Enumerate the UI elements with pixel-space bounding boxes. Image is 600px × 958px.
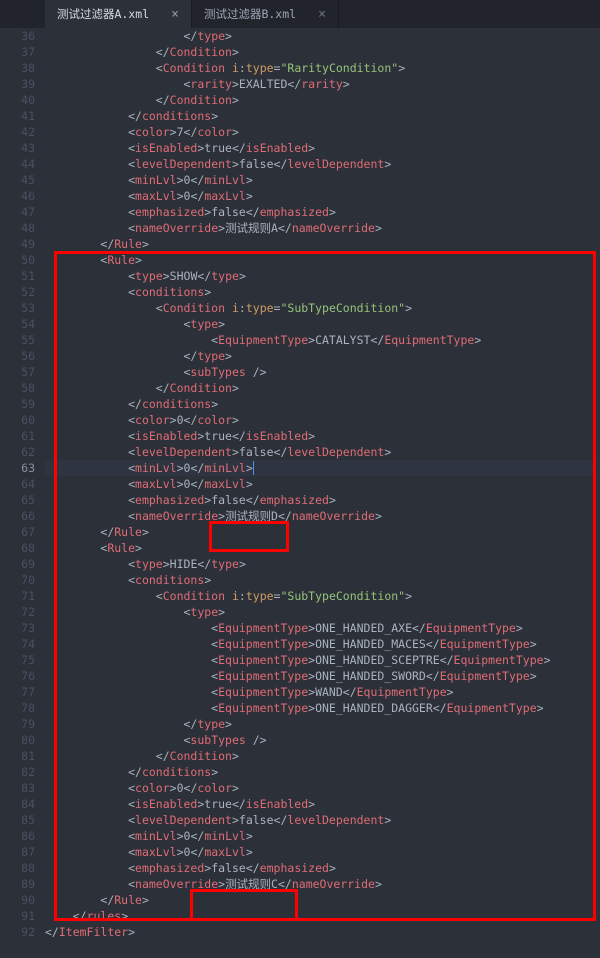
code-line[interactable]: <nameOverride>测试规则D</nameOverride> [45,508,595,524]
code-line[interactable]: <levelDependent>false</levelDependent> [45,812,595,828]
code-line[interactable]: <color>0</color> [45,412,595,428]
code-line[interactable]: <minLvl>0</minLvl> [45,460,595,476]
code-line[interactable]: <levelDependent>false</levelDependent> [45,444,595,460]
code-line[interactable]: <maxLvl>0</maxLvl> [45,188,595,204]
code-line[interactable]: <color>0</color> [45,780,595,796]
editor-tabs: 测试过滤器A.xml × 测试过滤器B.xml × [0,0,600,28]
code-line[interactable]: <EquipmentType>WAND</EquipmentType> [45,684,595,700]
line-gutter: 3637383940414243444546474849505152535455… [0,28,45,940]
code-line[interactable]: </Rule> [45,524,595,540]
code-line[interactable]: </Condition> [45,748,595,764]
code-line[interactable]: <isEnabled>true</isEnabled> [45,428,595,444]
code-line[interactable]: </Condition> [45,380,595,396]
code-line[interactable]: <nameOverride>测试规则A</nameOverride> [45,220,595,236]
code-line[interactable]: </Condition> [45,44,595,60]
code-line[interactable]: <type> [45,604,595,620]
code-line[interactable]: </type> [45,348,595,364]
code-line[interactable]: <isEnabled>true</isEnabled> [45,796,595,812]
code-line[interactable]: </Rule> [45,236,595,252]
code-editor[interactable]: 3637383940414243444546474849505152535455… [0,28,600,940]
tab-file-b[interactable]: 测试过滤器B.xml × [192,0,339,28]
code-line[interactable]: <conditions> [45,572,595,588]
code-line[interactable]: <type>HIDE</type> [45,556,595,572]
code-line[interactable]: </type> [45,716,595,732]
code-line[interactable]: <Condition i:type="SubTypeCondition"> [45,300,595,316]
code-line[interactable]: <emphasized>false</emphasized> [45,860,595,876]
code-area[interactable]: </type> </Condition> <Condition i:type="… [45,28,595,940]
code-line[interactable]: <EquipmentType>ONE_HANDED_MACES</Equipme… [45,636,595,652]
code-line[interactable]: </rules> [45,908,595,924]
code-line[interactable]: <isEnabled>true</isEnabled> [45,140,595,156]
code-line[interactable]: <conditions> [45,284,595,300]
code-line[interactable]: <rarity>EXALTED</rarity> [45,76,595,92]
code-line[interactable]: <EquipmentType>CATALYST</EquipmentType> [45,332,595,348]
code-line[interactable]: </conditions> [45,108,595,124]
code-line[interactable]: <maxLvl>0</maxLvl> [45,844,595,860]
code-line[interactable]: </conditions> [45,396,595,412]
code-line[interactable]: <Condition i:type="SubTypeCondition"> [45,588,595,604]
code-line[interactable]: <EquipmentType>ONE_HANDED_SWORD</Equipme… [45,668,595,684]
code-line[interactable]: <type>SHOW</type> [45,268,595,284]
code-line[interactable]: <type> [45,316,595,332]
code-line[interactable]: <EquipmentType>ONE_HANDED_AXE</Equipment… [45,620,595,636]
code-line[interactable]: <emphasized>false</emphasized> [45,492,595,508]
code-line[interactable]: <subTypes /> [45,364,595,380]
code-line[interactable]: </Rule> [45,892,595,908]
code-line[interactable]: <Rule> [45,252,595,268]
close-icon[interactable]: × [318,7,326,22]
code-line[interactable]: <subTypes /> [45,732,595,748]
code-line[interactable]: <EquipmentType>ONE_HANDED_DAGGER</Equipm… [45,700,595,716]
code-line[interactable]: <maxLvl>0</maxLvl> [45,476,595,492]
code-line[interactable]: </Condition> [45,92,595,108]
code-line[interactable]: <Condition i:type="RarityCondition"> [45,60,595,76]
code-line[interactable]: <minLvl>0</minLvl> [45,828,595,844]
code-line[interactable]: <EquipmentType>ONE_HANDED_SCEPTRE</Equip… [45,652,595,668]
tab-file-a[interactable]: 测试过滤器A.xml × [45,0,192,28]
code-line[interactable]: </ItemFilter> [45,924,595,940]
tab-label: 测试过滤器B.xml [204,6,296,22]
code-line[interactable]: <Rule> [45,540,595,556]
code-line[interactable]: </conditions> [45,764,595,780]
code-line[interactable]: <emphasized>false</emphasized> [45,204,595,220]
close-icon[interactable]: × [171,7,179,22]
code-line[interactable]: <levelDependent>false</levelDependent> [45,156,595,172]
code-line[interactable]: <minLvl>0</minLvl> [45,172,595,188]
tab-label: 测试过滤器A.xml [57,6,149,22]
code-line[interactable]: <nameOverride>测试规则C</nameOverride> [45,876,595,892]
code-line[interactable]: <color>7</color> [45,124,595,140]
code-line[interactable]: </type> [45,28,595,44]
